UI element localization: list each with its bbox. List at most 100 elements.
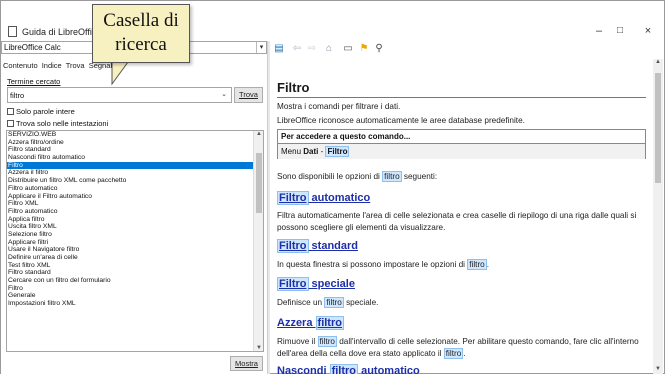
print-icon[interactable]: ▭ [342,43,354,55]
chevron-down-icon[interactable]: ▾ [256,42,266,53]
help-toolbar: ▤ ⇦ ⇨ ⌂ ▭ ⚑ ⚲ [271,41,663,57]
result-item[interactable]: Azzera filtro/ordine [7,139,254,147]
content-scrollbar[interactable]: ▲ ▼ [653,59,663,374]
results-list[interactable]: SERVIZIO.WEB Azzera filtro/ordine Filtro s… [6,130,264,352]
result-item[interactable]: Applicare filtri [7,239,254,247]
result-item[interactable]: Filtro [7,285,254,293]
result-item[interactable]: Generale [7,292,254,300]
search-highlight: filtro [382,171,402,182]
home-icon[interactable]: ⌂ [323,43,335,55]
scroll-up-icon[interactable]: ▲ [254,131,263,137]
checkbox-icon[interactable] [7,120,14,127]
result-item[interactable]: Test filtro XML [7,262,254,270]
search-highlight: filtro [443,348,464,359]
result-item[interactable]: Filtro automatico [7,208,254,216]
options-text: Sono disponibili le opzioni di filtro se… [277,171,438,182]
search-highlight: Filtro [277,277,309,291]
link-filtro-speciale[interactable]: Filtro speciale [277,277,355,291]
text-part: dall'intervallo di celle selezionate. Pe… [336,337,639,346]
pane-splitter[interactable] [267,41,270,374]
link-azzera-filtro[interactable]: Azzera filtro [277,316,344,330]
find-button[interactable]: Trova [234,87,263,103]
link-text: standard [308,240,359,252]
scroll-down-icon[interactable]: ▼ [254,345,263,351]
maximize-button[interactable]: □ [613,25,627,37]
help-content: Filtro Mostra i comandi per filtrare i d… [271,59,651,374]
bookmark-icon[interactable]: ⚑ [358,43,370,55]
search-highlight: filtro [324,297,344,308]
results-scrollbar[interactable]: ▲ ▼ [253,131,263,351]
back-icon[interactable]: ⇦ [291,43,303,55]
tab-trova[interactable]: Trova [66,61,85,70]
section-text: possono scegliere gli elementi da visual… [277,223,446,232]
result-item[interactable]: Nascondi filtro automatico [7,154,254,162]
link-text: automatico [308,192,371,204]
chevron-down-icon[interactable]: ⌄ [219,90,229,100]
search-input[interactable]: filtro ⌄ [7,87,232,103]
link-filtro-automatico[interactable]: Filtro automatico [277,191,371,205]
result-item[interactable]: Impostazioni filtro XML [7,300,254,308]
result-item[interactable]: SERVIZIO.WEB [7,131,254,139]
results-items: SERVIZIO.WEB Azzera filtro/ordine Filtro s… [7,131,254,308]
options-post: seguenti: [401,172,438,181]
close-button[interactable]: × [641,25,655,37]
scroll-down-icon[interactable]: ▼ [653,366,663,372]
result-item[interactable]: Distribuire un filtro XML come pacchetto [7,177,254,185]
section-text: dell'area della cella dove era stato app… [277,348,466,359]
page-title: Filtro [277,80,310,95]
text-part: Definisce un [277,298,325,307]
search-callout: Casella di ricerca [92,4,190,63]
link-text: Azzera [277,317,316,329]
link-text: Nascondi [277,365,330,374]
link-text: automatico [358,365,420,374]
search-input-value: filtro [10,91,25,100]
text-part: dell'area della cella dove era stato app… [277,349,444,358]
link-filtro-standard[interactable]: Filtro standard [277,239,359,253]
search-term-label: Termine cercato [7,77,61,86]
section-text: Definisce un filtro speciale. [277,297,378,308]
result-item[interactable]: Filtro automatico [7,185,254,193]
navigation-pane: LibreOffice Calc ▾ Contenuto Indice Trov… [1,41,267,374]
minimize-button[interactable]: – [592,25,606,37]
whole-words-checkbox[interactable]: Solo parole intere [7,107,75,116]
result-item[interactable]: Definire un'area di celle [7,254,254,262]
tab-contenuto[interactable]: Contenuto [3,61,38,70]
search-highlight: Filtro [277,239,309,253]
result-item[interactable]: Azzera il filtro [7,169,254,177]
result-item[interactable]: Cercare con un filtro del formulario [7,277,254,285]
text-part: . [463,349,466,358]
sidebar-toggle-icon[interactable]: ▤ [273,43,285,55]
result-item[interactable]: Filtro XML [7,200,254,208]
menu-dati: Dati [303,147,319,156]
result-item[interactable]: Uscita filtro XML [7,223,254,231]
result-item[interactable]: Applicare il Filtro automatico [7,193,254,201]
access-command-header: Per accedere a questo comando... [278,130,645,144]
show-button[interactable]: Mostra [230,356,263,371]
result-item[interactable]: Usare il Navigatore filtro [7,246,254,254]
whole-words-label: Solo parole intere [16,107,75,116]
access-command-path: Menu Dati - Filtro [278,144,645,159]
scroll-thumb[interactable] [256,153,262,213]
module-select-value: LibreOffice Calc [4,43,61,52]
checkbox-icon[interactable] [7,108,14,115]
scroll-thumb[interactable] [655,73,661,183]
callout-line-2: ricerca [115,34,167,55]
link-nascondi-filtro-automatico[interactable]: Nascondi filtro automatico [277,364,420,374]
result-item[interactable]: Filtro [7,161,254,170]
section-text: Rimuove il filtro dall'intervallo di cel… [277,336,639,347]
result-item[interactable]: Selezione filtro [7,231,254,239]
result-item[interactable]: Applica filtro [7,216,254,224]
search-highlight: filtro [329,364,359,374]
search-highlight: filtro [315,316,344,330]
scroll-up-icon[interactable]: ▲ [653,59,663,65]
search-icon[interactable]: ⚲ [373,43,385,55]
result-item[interactable]: Filtro standard [7,146,254,154]
forward-icon[interactable]: ⇨ [306,43,318,55]
section-text: Filtra automaticamente l'area di celle s… [277,211,637,220]
result-item[interactable]: Filtro standard [7,269,254,277]
text-part: Rimuove il [277,337,318,346]
menu-filtro: Filtro [325,146,350,157]
headings-only-checkbox[interactable]: Trova solo nelle intestazioni [7,119,108,128]
tab-indice[interactable]: Indice [42,61,62,70]
options-pre: Sono disponibili le opzioni di [277,172,383,181]
